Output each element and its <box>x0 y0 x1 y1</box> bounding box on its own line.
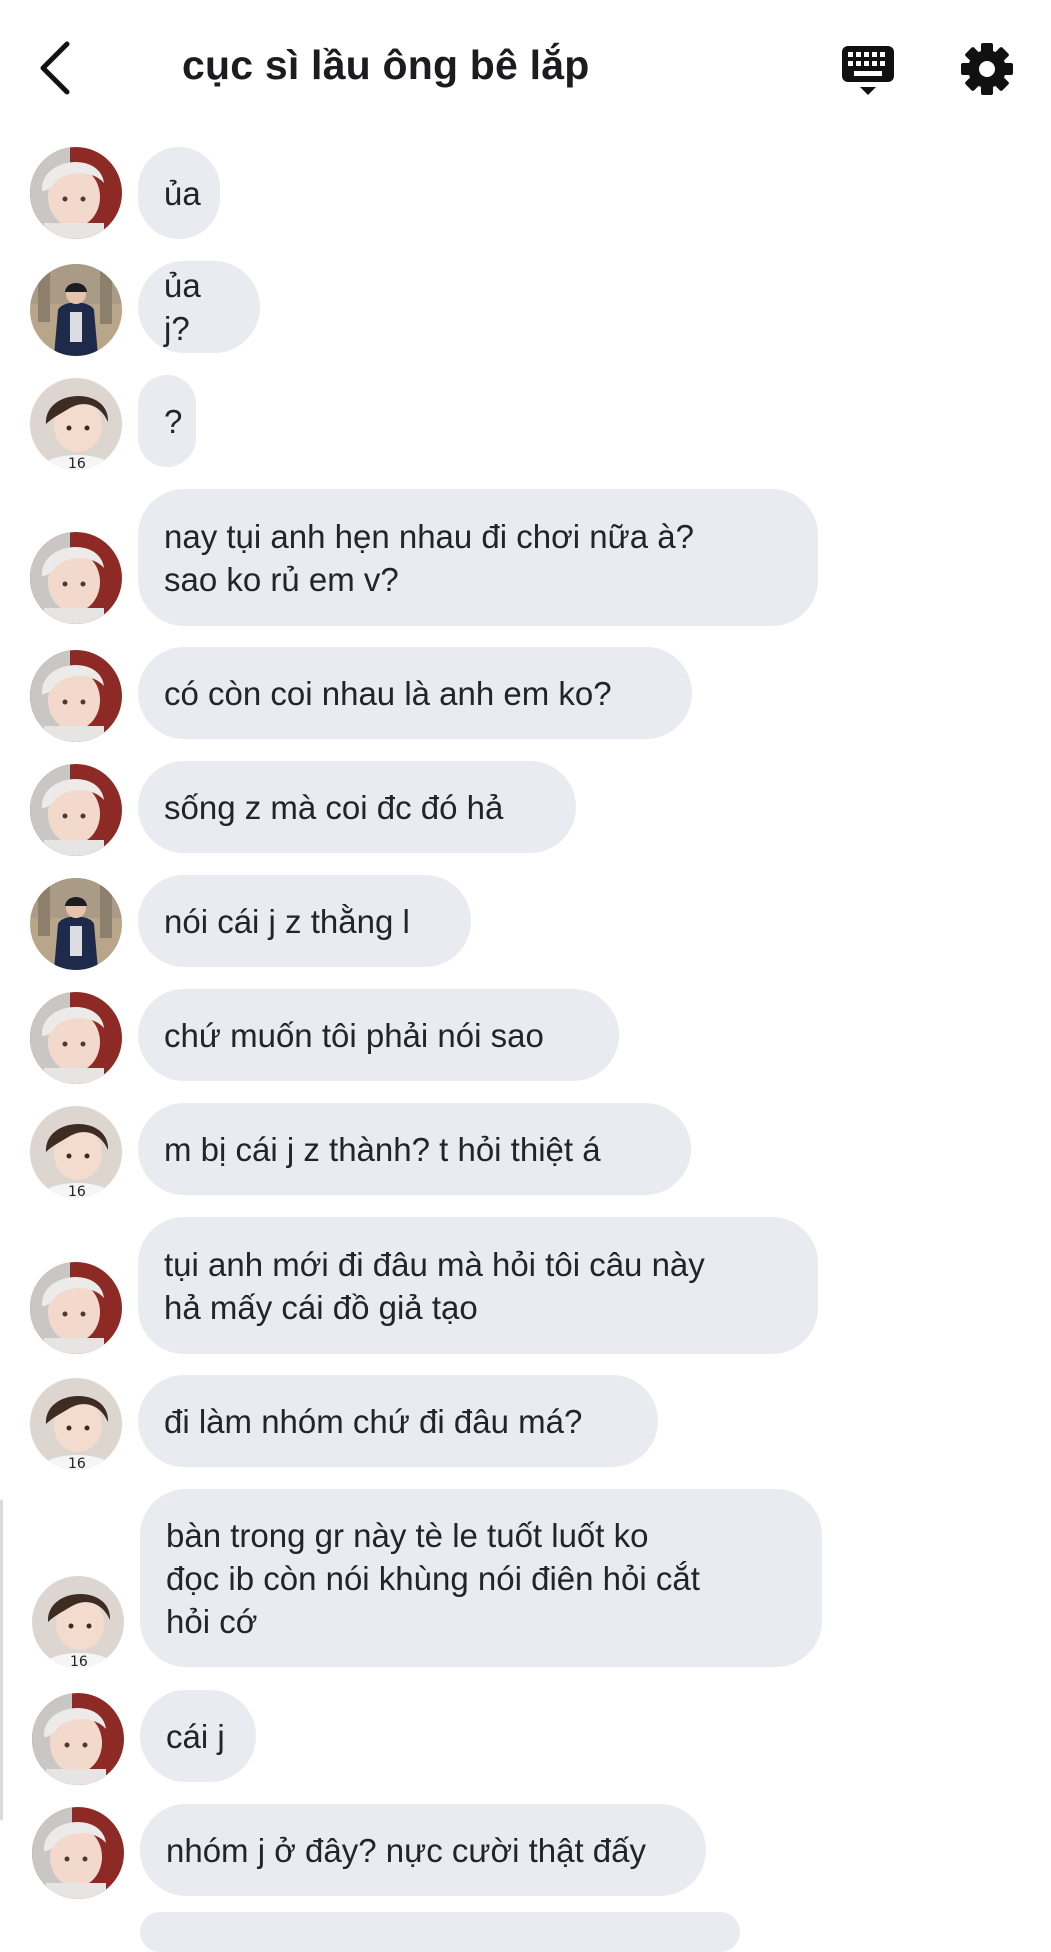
message-bubble[interactable]: cái j <box>140 1690 256 1782</box>
message-bubble[interactable]: tụi anh mới đi đâu mà hỏi tôi câu này hả… <box>138 1217 818 1354</box>
message-bubble[interactable]: ủa <box>138 147 220 239</box>
message-bubble[interactable]: bàn trong gr này tè le tuốt luốt ko đọc … <box>140 1489 822 1667</box>
avatar[interactable]: 16 <box>32 1576 124 1668</box>
message-bubble[interactable]: m bị cái j z thành? t hỏi thiệt á <box>138 1103 691 1195</box>
avatar[interactable] <box>30 992 122 1084</box>
avatar[interactable]: 16 <box>30 1106 122 1198</box>
message-bubble[interactable]: có còn coi nhau là anh em ko? <box>138 647 692 739</box>
avatar[interactable] <box>30 650 122 742</box>
svg-text:16: 16 <box>68 1456 86 1470</box>
avatar[interactable] <box>32 1693 124 1785</box>
message-bubble[interactable]: chứ muốn tôi phải nói sao <box>138 989 619 1081</box>
message-list[interactable]: ủa ủa j? 16 ? nay tụi anh hẹn nhau đi ch… <box>0 0 1051 1920</box>
avatar[interactable] <box>30 878 122 970</box>
scroll-edge <box>0 1500 3 1820</box>
message-bubble[interactable]: nói cái j z thằng l <box>138 875 471 967</box>
avatar[interactable] <box>30 532 122 624</box>
svg-text:16: 16 <box>68 456 86 470</box>
message-bubble[interactable]: đi làm nhóm chứ đi đâu má? <box>138 1375 658 1467</box>
message-bubble[interactable]: sống z mà coi đc đó hả <box>138 761 576 853</box>
message-bubble[interactable]: nay tụi anh hẹn nhau đi chơi nữa à? sao … <box>138 489 818 626</box>
svg-text:16: 16 <box>70 1654 88 1668</box>
avatar[interactable] <box>30 147 122 239</box>
message-bubble[interactable]: ? <box>138 375 196 467</box>
svg-text:16: 16 <box>68 1184 86 1198</box>
avatar[interactable] <box>30 764 122 856</box>
avatar[interactable] <box>32 1807 124 1899</box>
message-bubble[interactable]: ủa j? <box>138 261 260 353</box>
avatar[interactable]: 16 <box>30 1378 122 1470</box>
avatar[interactable]: 16 <box>30 378 122 470</box>
avatar[interactable] <box>30 1262 122 1354</box>
message-bubble[interactable]: nhóm j ở đây? nực cười thật đấy <box>140 1804 706 1896</box>
partial-message-bubble <box>140 1912 740 1952</box>
avatar[interactable] <box>30 264 122 356</box>
